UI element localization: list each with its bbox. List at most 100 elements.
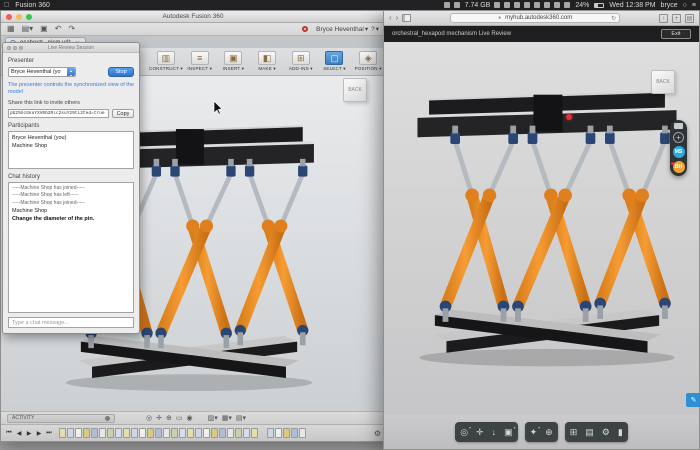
orbit-icon[interactable]: ◎ ▾: [460, 425, 471, 437]
camera-icon[interactable]: ▣ ▾: [504, 425, 516, 437]
chevron-down-icon: ▾: [364, 26, 369, 33]
viewports-icon[interactable]: ▤▾: [236, 414, 246, 422]
account-menu[interactable]: Bryce Heventhal: [316, 26, 364, 33]
wifi-icon[interactable]: [564, 2, 571, 8]
app-grid-icon[interactable]: ▦: [7, 25, 15, 33]
live-review-record-icon[interactable]: [302, 26, 309, 32]
exit-button[interactable]: Exit: [661, 29, 691, 39]
orbit-icon[interactable]: ◎: [146, 414, 152, 422]
invite-link-input[interactable]: [8, 108, 109, 118]
camera-icon[interactable]: [524, 2, 531, 8]
save-icon[interactable]: ▣: [40, 25, 48, 33]
copy-button[interactable]: Copy: [112, 108, 134, 118]
timeline-prev-button[interactable]: ◀: [15, 430, 23, 437]
timeline-next-button[interactable]: ▶: [35, 430, 43, 437]
display-settings-icon[interactable]: ▨▾: [208, 414, 218, 422]
apple-menu-icon[interactable]: : [4, 2, 9, 9]
address-bar[interactable]: ● myhub.autodesk360.com ↻: [450, 13, 621, 23]
chat-message-input[interactable]: [8, 317, 134, 328]
look-at-icon[interactable]: ▭: [176, 414, 183, 422]
select-stepper-icon: ▴ ▾: [67, 68, 75, 76]
apps-icon[interactable]: [504, 2, 511, 8]
chat-bubble-icon[interactable]: ✎: [686, 393, 700, 407]
construct-icon: ▥: [156, 51, 175, 65]
back-icon[interactable]: ‹: [389, 14, 392, 22]
model-browser-icon[interactable]: ⊞: [570, 427, 578, 437]
bluetooth-icon[interactable]: [544, 2, 551, 8]
display-toolbar: ▨▾ ▦▾ ▤▾: [208, 414, 246, 422]
settings-icon[interactable]: ⚙: [602, 427, 610, 437]
avatar-machine-shop[interactable]: MS: [672, 146, 685, 158]
webcam-icon[interactable]: [674, 123, 683, 129]
zoom-icon[interactable]: ⊕: [166, 414, 172, 422]
file-menu-icon[interactable]: ▤▾: [22, 25, 34, 33]
insert-icon: ▣: [224, 51, 243, 65]
clock[interactable]: Wed 12:38 PM: [609, 2, 655, 9]
web-viewer[interactable]: BACK + MS BH: [384, 42, 699, 415]
ribbon-add-ins[interactable]: ⊞ ADD-INS ▾: [284, 51, 318, 72]
review-title: orchestral_hexapod mechanism Live Review: [392, 31, 512, 37]
keyboard-icon[interactable]: [514, 2, 521, 8]
add-participant-icon[interactable]: +: [673, 132, 684, 143]
zoom-window-icon[interactable]: ◉: [186, 414, 192, 422]
tools-group: ⊞ ▤ ⚙ ▮: [564, 422, 628, 442]
timeline-end-button[interactable]: ⏭: [45, 430, 53, 437]
undo-icon[interactable]: ↶: [55, 25, 62, 33]
memory-status[interactable]: 7.74 GB: [465, 2, 491, 9]
explode-icon[interactable]: ⊕: [545, 427, 553, 437]
timeline-options-icon[interactable]: ⚙: [374, 429, 381, 438]
redo-icon[interactable]: ↷: [68, 25, 75, 33]
viewcube[interactable]: BACK: [651, 70, 675, 94]
volume-icon[interactable]: [554, 2, 561, 8]
activity-pill[interactable]: ACTIVITY: [7, 413, 115, 423]
stop-button[interactable]: Stop: [108, 67, 134, 77]
reload-icon[interactable]: ↻: [611, 15, 616, 22]
share-link-label: Share this link to invite others: [8, 99, 80, 106]
panel-titlebar[interactable]: Live Review Session: [3, 43, 139, 53]
zoom-icon[interactable]: ↓: [492, 427, 497, 437]
user-menu[interactable]: bryce: [661, 2, 678, 9]
timeline-start-button[interactable]: ⏮: [5, 430, 13, 437]
chat-message: Change the diameter of the pin.: [12, 216, 95, 223]
panel-window-controls[interactable]: [7, 45, 23, 50]
battery-status[interactable]: 24%: [575, 2, 589, 9]
participant-item[interactable]: Machine Shop: [12, 142, 130, 150]
presenter-select[interactable]: Bryce Heventhal (yo ▴ ▾: [8, 67, 76, 77]
avatar-bryce[interactable]: BH: [670, 161, 685, 173]
grid-settings-icon[interactable]: ▦▾: [222, 414, 232, 422]
hexapod-model[interactable]: [402, 52, 692, 381]
participant-item[interactable]: Bryce Heventhal (you): [12, 134, 130, 142]
ribbon-select[interactable]: ▢ SELECT ▾: [318, 51, 352, 72]
timeline-play-button[interactable]: ▶: [25, 430, 33, 437]
refresh-icon[interactable]: [494, 2, 501, 8]
ribbon-insert[interactable]: ▣ INSERT ▾: [217, 51, 251, 72]
chat-history[interactable]: -----Machine Shop has joined----- -----M…: [8, 181, 134, 313]
bell-icon[interactable]: [534, 2, 541, 8]
forward-icon[interactable]: ›: [396, 14, 399, 22]
render-icon[interactable]: ✦ ▾: [530, 425, 541, 437]
appearance-group: ✦ ▾ ⊕: [524, 422, 558, 442]
viewcube[interactable]: BACK: [343, 78, 367, 102]
new-tab-icon[interactable]: +: [672, 13, 681, 23]
pan-icon[interactable]: ✛: [156, 414, 162, 422]
help-menu[interactable]: ?: [371, 26, 375, 33]
search-icon[interactable]: ○: [683, 2, 687, 9]
ribbon-inspect[interactable]: ≡ INSPECT ▾: [183, 51, 217, 72]
timeline-feature-icons[interactable]: [59, 428, 306, 438]
make-icon: ◧: [258, 51, 277, 65]
pan-icon[interactable]: ✛: [476, 427, 484, 437]
sidebar-icon[interactable]: [402, 14, 412, 22]
ribbon-make[interactable]: ◧ MAKE ▾: [250, 51, 284, 72]
fusion-titlebar[interactable]: Autodesk Fusion 360: [1, 11, 385, 23]
shield-icon[interactable]: [453, 2, 460, 8]
share-icon[interactable]: ↑: [659, 13, 668, 23]
participants-list[interactable]: Bryce Heventhal (you) Machine Shop: [8, 130, 134, 169]
properties-icon[interactable]: ▤: [585, 427, 594, 437]
app-menu[interactable]: Fusion 360: [15, 2, 50, 9]
ribbon-construct[interactable]: ▥ CONSTRUCT ▾: [149, 51, 183, 72]
display-icon[interactable]: [443, 2, 450, 8]
tabs-overview-icon[interactable]: ▤: [685, 13, 694, 23]
notification-center-icon[interactable]: ≡: [692, 2, 696, 9]
fullscreen-icon[interactable]: ▮: [618, 427, 623, 437]
ribbon-position[interactable]: ◈ POSITION ▾: [351, 51, 385, 72]
